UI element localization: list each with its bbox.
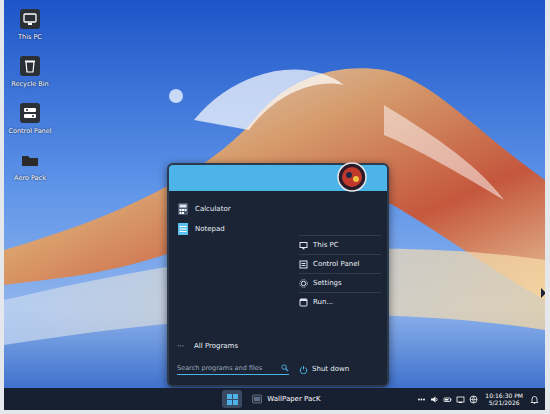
recycle-bin-icon (19, 55, 41, 77)
notepad-icon (177, 222, 189, 236)
program-label: Notepad (195, 225, 225, 233)
places-list: This PC Control Panel Settings Run... (295, 191, 387, 357)
volume-icon (430, 395, 439, 404)
desktop-icon[interactable]: Aero Pack (8, 149, 52, 182)
place-item[interactable]: Run... (299, 292, 381, 311)
clock-date: 5/21/2026 (489, 399, 520, 406)
menu-header (169, 165, 387, 191)
network-icon (456, 395, 465, 404)
program-item[interactable]: Calculator (177, 199, 295, 219)
desktop-area: This PC Recycle Bin Control Panel Aero Pack… (4, 0, 545, 388)
icon-label: Aero Pack (14, 174, 46, 182)
battery-icon (443, 395, 452, 404)
scroll-arrow-icon[interactable] (541, 288, 545, 298)
desktop: This PC Recycle Bin Control Panel Aero Pack… (4, 0, 545, 410)
power-icon (299, 365, 308, 374)
place-label: Run... (313, 298, 333, 306)
all-programs-label: All Programs (194, 342, 238, 350)
shutdown-label: Shut down (312, 365, 349, 373)
menu-footer: Shut down (169, 357, 387, 385)
search-box (177, 363, 289, 375)
windows-logo-icon (227, 394, 238, 405)
shutdown-button[interactable]: Shut down (299, 365, 349, 374)
app-icon (252, 394, 262, 404)
place-label: This PC (313, 241, 339, 249)
spacer (177, 239, 295, 339)
folder-icon (19, 149, 41, 171)
all-programs[interactable]: ⋯ All Programs (177, 339, 295, 353)
place-item[interactable]: This PC (299, 235, 381, 254)
place-item[interactable]: Control Panel (299, 254, 381, 273)
program-item[interactable]: Notepad (177, 219, 295, 239)
icon-label: Control Panel (8, 127, 51, 135)
start-menu: Calculator Notepad ⋯ All Programs This PC Con… (167, 163, 389, 387)
taskbar: WallPaper PacK 10:16:30 PM5/21/2026 (4, 388, 545, 410)
taskbar-item[interactable]: WallPaper PacK (246, 390, 326, 408)
menu-body: Calculator Notepad ⋯ All Programs This PC Con… (169, 191, 387, 357)
clock[interactable]: 10:16:30 PM5/21/2026 (482, 392, 526, 406)
computer-icon (299, 241, 308, 250)
start-button[interactable] (222, 390, 242, 408)
desktop-icon[interactable]: Recycle Bin (8, 55, 52, 88)
run-icon (299, 298, 308, 307)
place-label: Control Panel (313, 260, 359, 268)
program-label: Calculator (195, 205, 231, 213)
search-icon (281, 364, 289, 372)
calculator-icon (177, 202, 189, 216)
system-tray: 10:16:30 PM5/21/2026 (417, 392, 545, 406)
desktop-icon[interactable]: Control Panel (8, 102, 52, 135)
icon-label: Recycle Bin (11, 80, 48, 88)
computer-icon (19, 8, 41, 30)
desktop-icons: This PC Recycle Bin Control Panel Aero Pack (8, 8, 52, 182)
taskbar-label: WallPaper PacK (267, 395, 320, 403)
search-input[interactable] (177, 363, 281, 373)
gear-icon (299, 279, 308, 288)
overflow-icon (417, 395, 426, 404)
desktop-icon[interactable]: This PC (8, 8, 52, 41)
icon-label: This PC (18, 33, 42, 41)
all-programs-dots: ⋯ (177, 342, 184, 350)
bell-icon (530, 395, 539, 404)
control-panel-icon (299, 260, 308, 269)
clock-time: 10:16:30 PM (485, 392, 523, 399)
taskbar-apps: WallPaper PacK (222, 390, 326, 408)
program-list: Calculator Notepad ⋯ All Programs (169, 191, 295, 357)
place-item[interactable]: Settings (299, 273, 381, 292)
globe-icon (469, 395, 478, 404)
avatar-icon (337, 162, 367, 192)
control-panel-icon (19, 102, 41, 124)
place-label: Settings (313, 279, 342, 287)
